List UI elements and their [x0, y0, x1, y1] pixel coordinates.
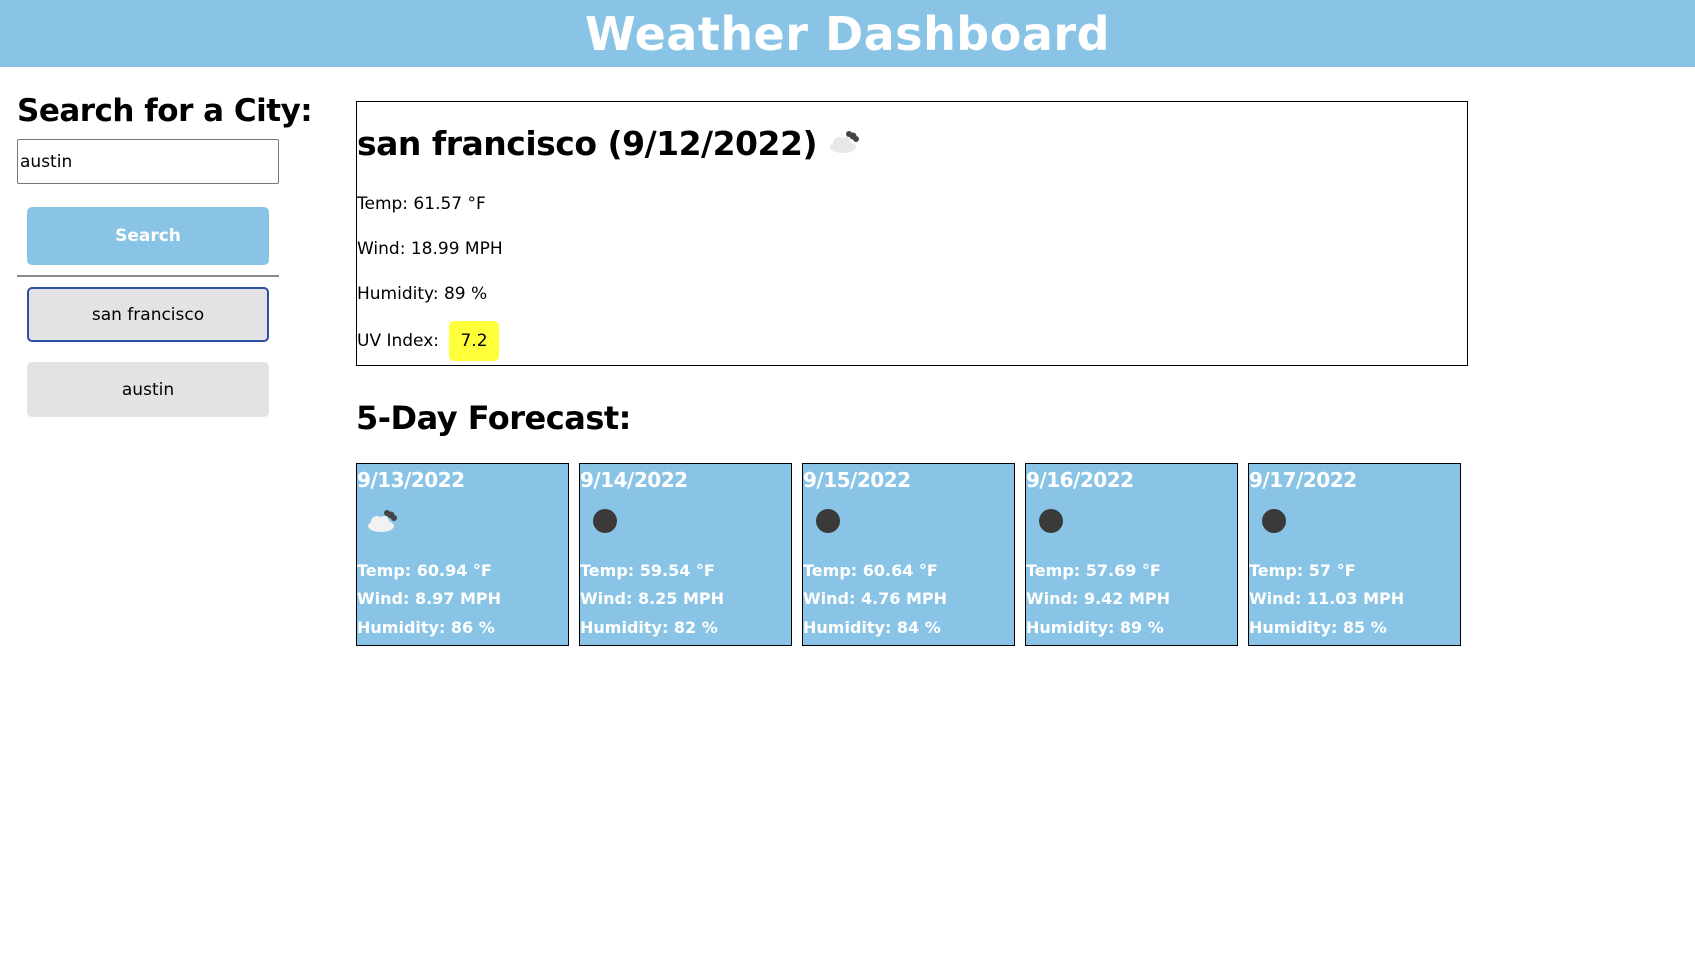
- forecast-humidity: Humidity: 84 %: [803, 618, 941, 637]
- current-weather-card: san francisco (9/12/2022) Temp: 61.57 °F…: [356, 101, 1468, 366]
- moon-icon: [809, 508, 847, 538]
- forecast-temp: Temp: 57.69 °F: [1026, 561, 1161, 580]
- forecast-temp: Temp: 57 °F: [1249, 561, 1356, 580]
- forecast-date: 9/15/2022: [803, 468, 911, 492]
- current-humidity: Humidity: 89 %: [357, 284, 488, 304]
- forecast-wind: Wind: 8.97 MPH: [357, 589, 502, 608]
- search-heading: Search for a City:: [17, 93, 313, 129]
- moon-icon: [1255, 508, 1293, 538]
- forecast-humidity: Humidity: 89 %: [1026, 618, 1164, 637]
- forecast-date: 9/13/2022: [357, 468, 465, 492]
- forecast-date: 9/14/2022: [580, 468, 688, 492]
- history-button-austin[interactable]: austin: [27, 362, 269, 417]
- current-temp: Temp: 61.57 °F: [357, 194, 486, 214]
- uv-index-row: UV Index: 7.2: [357, 321, 500, 361]
- history-button-san-francisco[interactable]: san francisco: [27, 287, 269, 342]
- current-title-row: san francisco (9/12/2022): [357, 124, 1467, 163]
- forecast-humidity: Humidity: 82 %: [580, 618, 718, 637]
- forecast-humidity: Humidity: 85 %: [1249, 618, 1387, 637]
- forecast-wind: Wind: 9.42 MPH: [1026, 589, 1171, 608]
- forecast-heading: 5-Day Forecast:: [356, 399, 631, 437]
- moon-icon: [586, 508, 624, 538]
- forecast-date: 9/17/2022: [1249, 468, 1357, 492]
- app-header: Weather Dashboard: [0, 0, 1695, 67]
- forecast-wind: Wind: 4.76 MPH: [803, 589, 948, 608]
- forecast-temp: Temp: 60.64 °F: [803, 561, 938, 580]
- forecast-card: 9/13/2022 Temp: 60.94 °F Wind: 8.97 MPH …: [356, 463, 569, 646]
- forecast-wind: Wind: 8.25 MPH: [580, 589, 725, 608]
- current-wind: Wind: 18.99 MPH: [357, 239, 503, 259]
- app-title: Weather Dashboard: [584, 6, 1110, 61]
- cloud-night-icon: [825, 129, 863, 159]
- forecast-date: 9/16/2022: [1026, 468, 1134, 492]
- forecast-card: 9/15/2022 Temp: 60.64 °F Wind: 4.76 MPH …: [802, 463, 1015, 646]
- forecast-wind: Wind: 11.03 MPH: [1249, 589, 1405, 608]
- current-city-title: san francisco (9/12/2022): [357, 124, 818, 163]
- forecast-card: 9/14/2022 Temp: 59.54 °F Wind: 8.25 MPH …: [579, 463, 792, 646]
- forecast-card: 9/17/2022 Temp: 57 °F Wind: 11.03 MPH Hu…: [1248, 463, 1461, 646]
- search-button[interactable]: Search: [27, 207, 269, 265]
- cloud-night-icon: [363, 508, 401, 538]
- forecast-temp: Temp: 60.94 °F: [357, 561, 492, 580]
- uv-index-badge: 7.2: [449, 321, 500, 361]
- forecast-card: 9/16/2022 Temp: 57.69 °F Wind: 9.42 MPH …: [1025, 463, 1238, 646]
- moon-icon: [1032, 508, 1070, 538]
- forecast-temp: Temp: 59.54 °F: [580, 561, 715, 580]
- divider: [17, 275, 279, 277]
- forecast-humidity: Humidity: 86 %: [357, 618, 495, 637]
- uv-index-label: UV Index:: [357, 331, 440, 351]
- sidebar: Search for a City: Search san francisco …: [17, 93, 313, 417]
- city-search-input[interactable]: [17, 139, 279, 184]
- forecast-row: 9/13/2022 Temp: 60.94 °F Wind: 8.97 MPH …: [356, 463, 1461, 646]
